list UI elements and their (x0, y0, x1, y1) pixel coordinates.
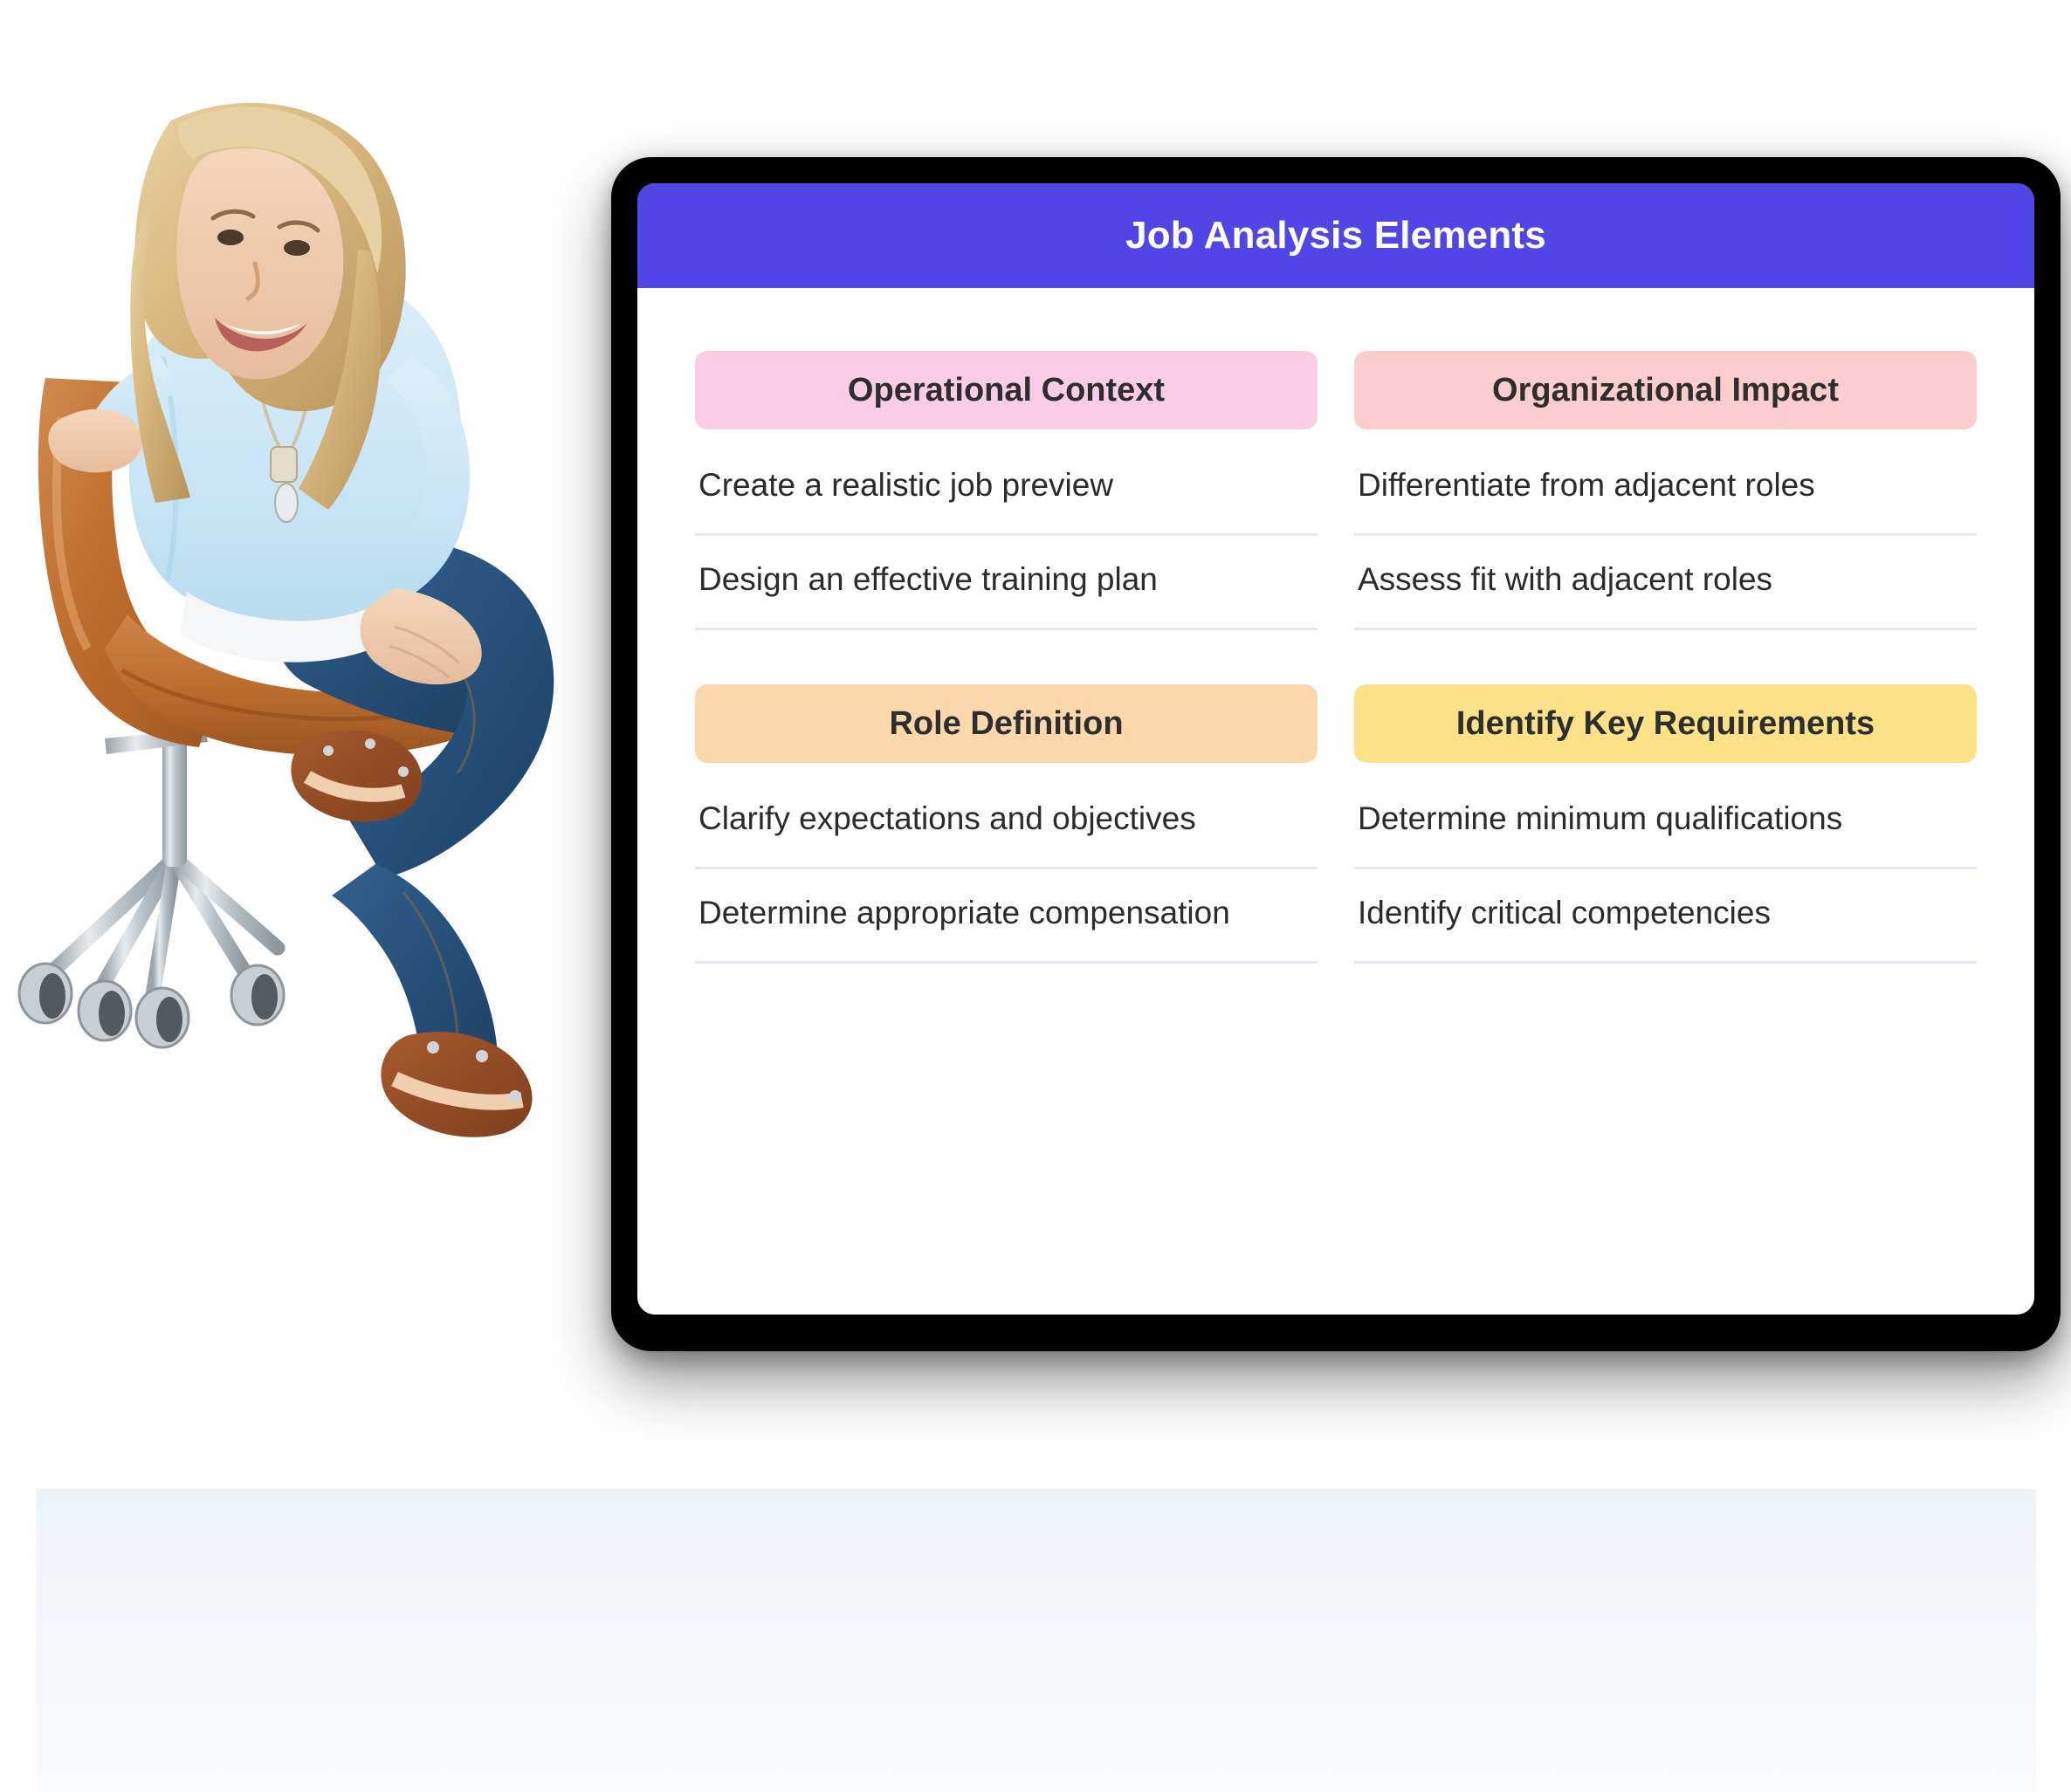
chair-base (45, 714, 286, 1003)
composition-root: Job Analysis Elements Operational Contex… (0, 0, 2071, 1792)
panel-header-operational-context: Operational Context (695, 351, 1318, 429)
floor-surface (37, 1489, 2036, 1792)
blouse-top (128, 266, 461, 623)
panel-role-definition: Role Definition Clarify expectations and… (695, 684, 1318, 964)
device-mockup: Job Analysis Elements Operational Contex… (611, 157, 2061, 1351)
chair-cylinder (162, 714, 187, 867)
jeans-crossed-leg (347, 539, 554, 878)
card-header-bar: Job Analysis Elements (637, 183, 2034, 288)
sandal-upper (291, 730, 423, 822)
white-undershirt (180, 592, 382, 663)
necklace-chain (252, 298, 313, 451)
list-item[interactable]: Determine minimum qualifications (1354, 775, 1977, 869)
panel-header-organizational-impact: Organizational Impact (1354, 351, 1977, 429)
mouth-smile (215, 318, 307, 352)
panel-list-organizational-impact: Differentiate from adjacent roles Assess… (1354, 442, 1977, 630)
chair-backrest (38, 378, 220, 747)
panel-header-role-definition: Role Definition (695, 684, 1318, 763)
arm-right (370, 356, 471, 602)
panel-list-role-definition: Clarify expectations and objectives Dete… (695, 775, 1318, 964)
card-body-grid: Operational Context Create a realistic j… (637, 288, 2034, 1315)
hair-strand-left (130, 208, 190, 503)
chair-seat (105, 614, 478, 756)
list-item[interactable]: Clarify expectations and objectives (695, 775, 1318, 869)
hand-on-knee (360, 588, 482, 685)
nose (245, 261, 260, 301)
list-item[interactable]: Create a realistic job preview (695, 442, 1318, 536)
panel-list-identify-key-requirements: Determine minimum qualifications Identif… (1354, 775, 1977, 964)
panel-operational-context: Operational Context Create a realistic j… (695, 351, 1318, 630)
eyes (217, 230, 310, 256)
panel-list-operational-context: Create a realistic job preview Design an… (695, 442, 1318, 630)
panel-organizational-impact: Organizational Impact Differentiate from… (1354, 351, 1977, 630)
card-title: Job Analysis Elements (1125, 214, 1546, 257)
hair-front-sweep (177, 106, 382, 274)
jeans-lower-leg (332, 864, 499, 1082)
necklace-pendant (270, 446, 299, 523)
teeth (220, 321, 302, 335)
device-screen: Job Analysis Elements Operational Contex… (637, 183, 2034, 1315)
list-item[interactable]: Differentiate from adjacent roles (1354, 442, 1977, 536)
list-item[interactable]: Assess fit with adjacent roles (1354, 536, 1977, 630)
jeans-upper-leg (261, 543, 484, 735)
chair-casters (17, 962, 286, 1049)
hair-back (134, 102, 406, 412)
hair-strand-right (299, 250, 382, 510)
chair-lever (105, 728, 208, 754)
face (176, 148, 344, 380)
panel-header-identify-key-requirements: Identify Key Requirements (1354, 684, 1977, 763)
list-item[interactable]: Design an effective training plan (695, 536, 1318, 630)
head (130, 102, 406, 510)
panel-identify-key-requirements: Identify Key Requirements Determine mini… (1354, 684, 1977, 964)
arm-left (80, 356, 180, 463)
list-item[interactable]: Determine appropriate compensation (695, 869, 1318, 964)
hand-on-backrest (48, 409, 142, 473)
list-item[interactable]: Identify critical competencies (1354, 869, 1977, 964)
sandal-lower (381, 1032, 533, 1137)
